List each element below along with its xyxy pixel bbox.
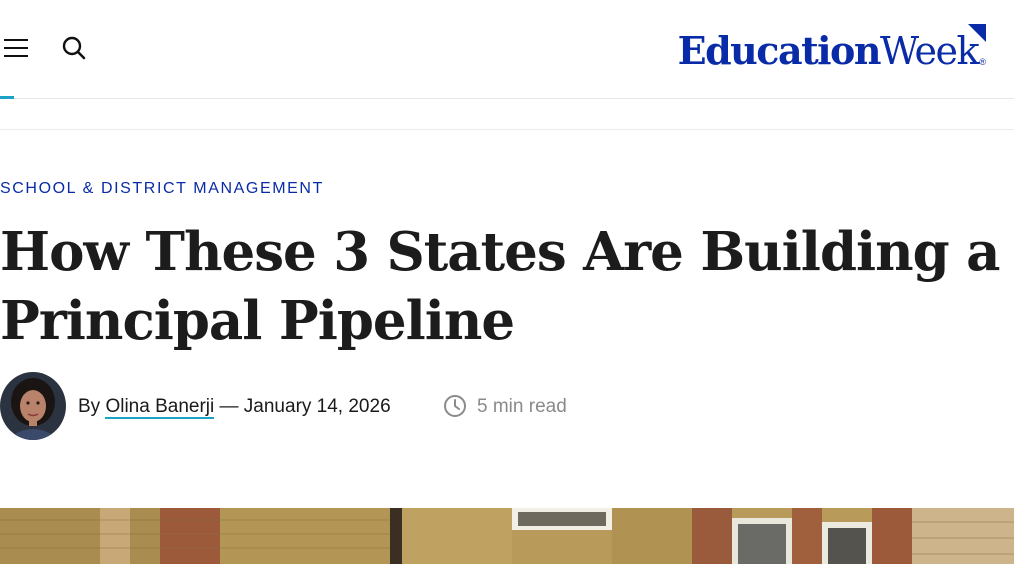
clock-icon	[444, 395, 466, 417]
article-page: EducationWeek ® SCHOOL & DISTRICT MANAGE…	[0, 0, 1014, 564]
hamburger-menu-icon	[4, 39, 28, 41]
author-link[interactable]: Olina Banerji	[105, 396, 215, 419]
divider	[0, 129, 1014, 130]
logo-text-education: Education	[677, 28, 882, 73]
article-title: How These 3 States Are Building a Princi…	[0, 218, 1010, 356]
logo-registered-mark: ®	[979, 57, 986, 67]
hero-building-photo	[0, 508, 1014, 564]
logo-wordmark: EducationWeek	[677, 28, 980, 73]
byline: By Olina Banerji — January 14, 2026 5 mi…	[0, 372, 700, 442]
byline-prefix: By	[78, 396, 106, 417]
byline-separator: —	[214, 396, 244, 417]
publish-date: January 14, 2026	[243, 396, 391, 417]
site-header: EducationWeek ®	[0, 0, 1014, 99]
author-avatar-image	[0, 372, 66, 440]
search-button[interactable]	[60, 34, 88, 62]
search-icon	[62, 36, 86, 60]
education-week-logo[interactable]: EducationWeek ®	[656, 24, 986, 74]
article-title-line-2: Principal Pipeline	[0, 290, 515, 352]
category-link[interactable]: SCHOOL & DISTRICT MANAGEMENT	[0, 180, 324, 198]
byline-text: By Olina Banerji — January 14, 2026	[78, 396, 391, 419]
article-title-line-1: How These 3 States Are Building a	[0, 221, 1001, 283]
menu-button[interactable]	[0, 34, 30, 62]
hero-image	[0, 508, 1014, 564]
author-avatar[interactable]	[0, 372, 66, 440]
nav-indicator	[0, 96, 14, 99]
logo-text-week: Week	[880, 29, 979, 73]
read-time: 5 min read	[477, 396, 567, 417]
